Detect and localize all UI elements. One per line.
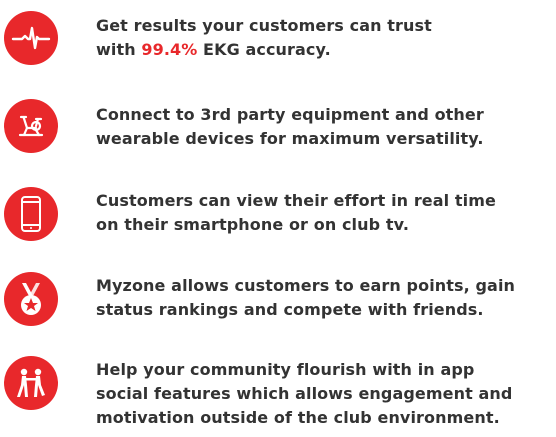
feature-smartphone-text: Customers can view their effort in real …	[96, 189, 556, 237]
ekg-heartbeat-icon	[11, 26, 51, 50]
smartphone-badge	[4, 187, 58, 241]
feature-equipment-line-1: Connect to 3rd party equipment and other	[96, 105, 484, 124]
feature-ekg-line-2: with 99.4% EKG accuracy.	[96, 38, 556, 62]
feature-rankings-text: Myzone allows customers to earn points, …	[96, 274, 556, 322]
feature-rankings-line-1: Myzone allows customers to earn points, …	[96, 276, 516, 295]
exercise-bike-icon	[18, 115, 44, 137]
smartphone-icon	[21, 196, 41, 232]
feature-community-line-1: Help your community flourish with in app	[96, 360, 475, 379]
ekg-badge	[4, 11, 58, 65]
feature-ekg-line-2-prefix: with	[96, 40, 142, 59]
ekg-accuracy-value: 99.4%	[141, 40, 198, 59]
equipment-badge	[4, 99, 58, 153]
community-people-icon	[17, 368, 45, 397]
feature-community-line-3: motivation outside of the club environme…	[96, 408, 500, 427]
feature-ekg-line-1: Get results your customers can trust	[96, 16, 432, 35]
feature-rankings-line-2: status rankings and compete with friends…	[96, 300, 484, 319]
feature-smartphone-line-2: on their smartphone or on club tv.	[96, 215, 410, 234]
feature-ekg-text: Get results your customers can trust wit…	[96, 14, 556, 62]
feature-equipment-text: Connect to 3rd party equipment and other…	[96, 103, 556, 151]
feature-equipment-line-2: wearable devices for maximum versatility…	[96, 129, 484, 148]
medal-icon	[21, 283, 41, 315]
feature-community-line-2: social features which allows engagement …	[96, 384, 513, 403]
feature-community-text: Help your community flourish with in app…	[96, 358, 556, 430]
medal-badge	[4, 272, 58, 326]
feature-ekg-line-2-suffix: EKG accuracy.	[197, 40, 331, 59]
feature-smartphone-line-1: Customers can view their effort in real …	[96, 191, 496, 210]
community-badge	[4, 356, 58, 410]
